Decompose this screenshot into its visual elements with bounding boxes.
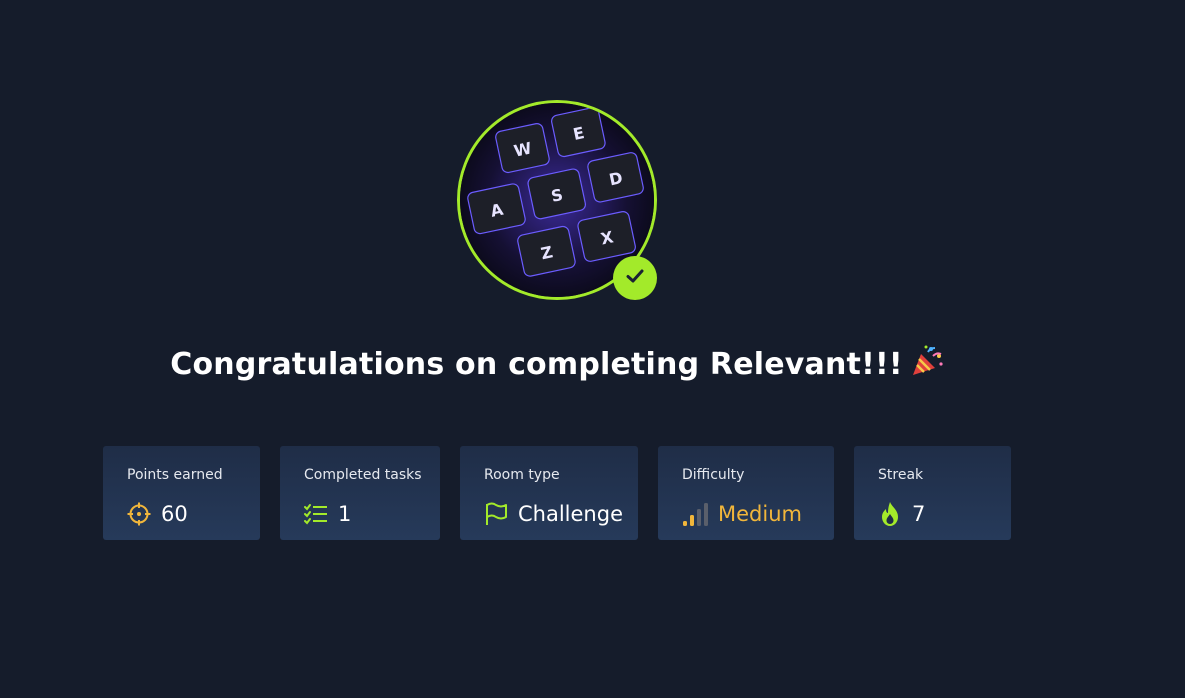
flame-icon [878, 502, 902, 526]
completion-page: W E A S D Z X Congratulations on complet… [0, 0, 1185, 698]
stat-label: Points earned [127, 467, 223, 483]
target-icon [127, 502, 151, 526]
stat-card-streak: Streak 7 [854, 446, 1011, 540]
stat-label: Difficulty [682, 467, 745, 483]
signal-bars-icon [682, 502, 712, 526]
check-icon [624, 265, 646, 291]
stat-value: 60 [161, 502, 188, 526]
stat-value: Medium [718, 502, 802, 526]
party-popper-icon [909, 344, 945, 386]
stat-card-completed-tasks: Completed tasks 1 [280, 446, 440, 540]
flag-icon [484, 502, 508, 526]
stat-value: 1 [338, 502, 352, 526]
stat-value: 7 [912, 502, 926, 526]
room-badge: W E A S D Z X [457, 100, 657, 300]
stat-card-room-type: Room type Challenge [460, 446, 638, 540]
stat-value: Challenge [518, 502, 623, 526]
page-title: Congratulations on completing Relevant!!… [0, 344, 1115, 386]
stat-card-difficulty: Difficulty Medium [658, 446, 834, 540]
checklist-icon [304, 502, 328, 526]
completed-check-badge [613, 256, 657, 300]
stat-label: Completed tasks [304, 467, 422, 483]
stat-card-points: Points earned 60 [103, 446, 260, 540]
stat-label: Room type [484, 467, 560, 483]
title-text: Congratulations on completing Relevant!!… [170, 347, 903, 382]
stat-label: Streak [878, 467, 924, 483]
